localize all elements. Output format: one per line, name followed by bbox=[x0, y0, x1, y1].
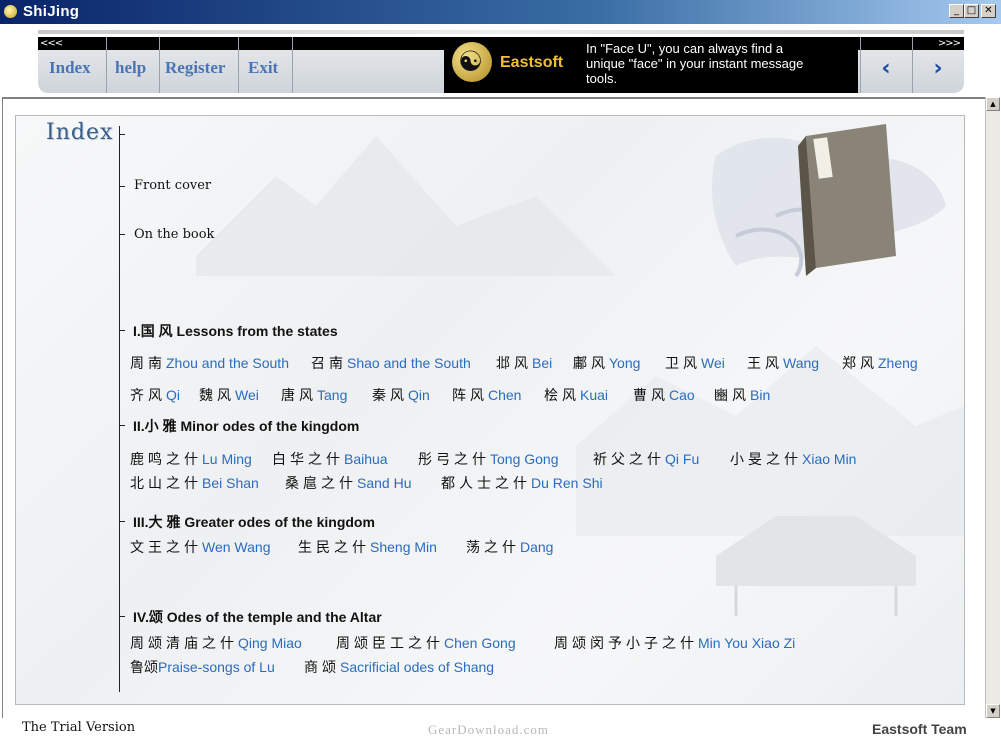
trial-version-label: The Trial Version bbox=[22, 720, 136, 735]
entry-wang[interactable]: 王风Wang bbox=[747, 353, 819, 373]
tick-mark bbox=[119, 134, 125, 135]
entry-bei[interactable]: 邶风Bei bbox=[496, 353, 552, 373]
entry-wei[interactable]: 卫风Wei bbox=[665, 353, 725, 373]
entry-qing-miao[interactable]: 周颂清庙之什Qing Miao bbox=[130, 633, 302, 653]
entry-baihua[interactable]: 白华之什Baihua bbox=[272, 449, 388, 469]
book-icon bbox=[798, 124, 896, 276]
app-icon bbox=[4, 5, 17, 18]
title-bar: ShiJing _ □ ✕ bbox=[0, 0, 1001, 24]
ad-text: In "Face U", you can always find a uniqu… bbox=[586, 41, 804, 86]
status-bar: The Trial Version GearDownload.com Easts… bbox=[0, 718, 1001, 739]
entry-qi-fu[interactable]: 祈父之什Qi Fu bbox=[593, 449, 699, 469]
entry-kuai[interactable]: 桧风Kuai bbox=[544, 385, 608, 405]
maximize-button[interactable]: □ bbox=[964, 4, 979, 18]
nav-help-button[interactable]: help bbox=[115, 58, 146, 78]
front-cover-link[interactable]: Front cover bbox=[134, 178, 211, 193]
ad-brand: Eastsoft bbox=[500, 54, 564, 71]
section-heading: I.国 风 Lessons from the states bbox=[133, 323, 338, 339]
tick-mark bbox=[119, 186, 125, 187]
entry-yong[interactable]: 鄘风Yong bbox=[573, 353, 640, 373]
entry-shao-and-the-south[interactable]: 召南Shao and the South bbox=[311, 353, 471, 373]
entry-zhou-and-the-south[interactable]: 周南Zhou and the South bbox=[130, 353, 289, 373]
entry-zheng[interactable]: 郑风Zheng bbox=[842, 353, 918, 373]
entry-wen-wang[interactable]: 文王之什Wen Wang bbox=[130, 537, 270, 557]
content-area: Index Front cover On the book I.国 风 Less… bbox=[2, 97, 985, 720]
nav-separator bbox=[106, 37, 107, 93]
team-label: Eastsoft Team bbox=[872, 721, 967, 737]
nav-separator bbox=[292, 37, 293, 93]
tick-mark bbox=[119, 234, 125, 235]
minimize-button[interactable]: _ bbox=[949, 4, 964, 18]
entry-sacrificial-odes-of-shang[interactable]: 商颂Sacrificial odes of Shang bbox=[304, 657, 494, 677]
nav-separator bbox=[238, 37, 239, 93]
entry-bei-shan[interactable]: 北山之什Bei Shan bbox=[130, 473, 259, 493]
tick-mark bbox=[119, 521, 125, 522]
nav-separator bbox=[912, 37, 913, 93]
window-title: ShiJing bbox=[23, 3, 80, 20]
entry-tong-gong[interactable]: 彤弓之什Tong Gong bbox=[418, 449, 559, 469]
on-the-book-link[interactable]: On the book bbox=[134, 227, 214, 242]
decorative-line bbox=[38, 30, 964, 34]
vertical-scrollbar[interactable]: ▲ ▼ bbox=[985, 97, 1000, 718]
prev-page-icon[interactable]: ‹ bbox=[872, 58, 900, 80]
scroll-up-icon[interactable]: ▲ bbox=[986, 97, 1000, 111]
nav-exit-button[interactable]: Exit bbox=[248, 58, 278, 78]
entry-bin[interactable]: 豳风Bin bbox=[714, 385, 770, 405]
nav-bar: <<< >>> Index help Register Exit ☯ Easts… bbox=[38, 37, 964, 93]
entry-min-you-xiao-zi[interactable]: 周颂闵予小子之什Min You Xiao Zi bbox=[554, 633, 795, 653]
tick-mark bbox=[119, 330, 125, 331]
entry-cao[interactable]: 曹风Cao bbox=[633, 385, 695, 405]
entry-qin[interactable]: 秦风Qin bbox=[372, 385, 430, 405]
index-panel: Index Front cover On the book I.国 风 Less… bbox=[15, 115, 965, 705]
arrows-left-icon: <<< bbox=[40, 38, 63, 49]
section-heading: IV.颂 Odes of the temple and the Altar bbox=[133, 609, 382, 625]
entry-du-ren-shi[interactable]: 都人士之什Du Ren Shi bbox=[441, 473, 603, 493]
entry-tang[interactable]: 唐风Tang bbox=[281, 385, 347, 405]
top-band: <<< >>> Index help Register Exit ☯ Easts… bbox=[0, 24, 1001, 97]
index-title: Index bbox=[46, 120, 114, 145]
nav-separator bbox=[860, 37, 861, 93]
yin-yang-icon: ☯ bbox=[452, 42, 492, 82]
nav-register-button[interactable]: Register bbox=[165, 58, 225, 78]
entry-praise-songs-of-lu[interactable]: 鲁颂Praise-songs of Lu bbox=[130, 657, 275, 677]
entry-wei-2[interactable]: 魏风Wei bbox=[199, 385, 259, 405]
entry-lu-ming[interactable]: 鹿鸣之什Lu Ming bbox=[130, 449, 252, 469]
ad-banner[interactable]: ☯ Eastsoft In "Face U", you can always f… bbox=[444, 37, 858, 93]
section-heading: II.小 雅 Minor odes of the kingdom bbox=[133, 418, 360, 434]
tick-mark bbox=[119, 425, 125, 426]
close-button[interactable]: ✕ bbox=[981, 4, 996, 18]
entry-sand-hu[interactable]: 桑扈之什Sand Hu bbox=[285, 473, 411, 493]
next-page-icon[interactable]: › bbox=[924, 58, 952, 80]
entry-chen-gong[interactable]: 周颂臣工之什Chen Gong bbox=[336, 633, 516, 653]
nav-separator bbox=[159, 37, 160, 93]
index-vertical-line bbox=[119, 126, 120, 692]
tick-mark bbox=[119, 616, 125, 617]
entry-qi[interactable]: 齐风Qi bbox=[130, 385, 180, 405]
entry-dang[interactable]: 荡之什Dang bbox=[466, 537, 553, 557]
entry-chen[interactable]: 阵风Chen bbox=[452, 385, 521, 405]
arrows-right-icon: >>> bbox=[937, 38, 961, 49]
section-heading: III.大 雅 Greater odes of the kingdom bbox=[133, 514, 375, 530]
entry-xiao-min[interactable]: 小旻之什Xiao Min bbox=[730, 449, 856, 469]
watermark: GearDownload.com bbox=[428, 722, 550, 737]
scroll-down-icon[interactable]: ▼ bbox=[986, 704, 1000, 718]
nav-index-button[interactable]: Index bbox=[49, 58, 91, 78]
entry-sheng-min[interactable]: 生民之什Sheng Min bbox=[298, 537, 437, 557]
